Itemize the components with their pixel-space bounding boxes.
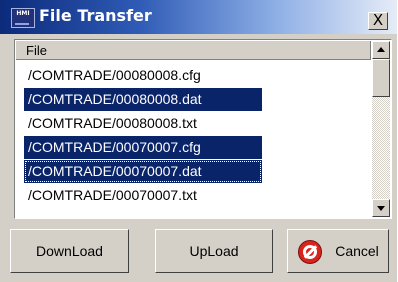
cancel-button[interactable]: Cancel: [287, 229, 389, 273]
list-item[interactable]: /COMTRADE/00080008.cfg: [24, 64, 262, 87]
list-item[interactable]: /COMTRADE/00070007.txt: [24, 184, 262, 207]
download-button[interactable]: DownLoad: [10, 229, 129, 273]
list-item[interactable]: /COMTRADE/00070007.dat: [24, 160, 262, 183]
hmi-app-icon: HMI: [11, 8, 35, 28]
list-item[interactable]: /COMTRADE/00070007.cfg: [24, 136, 262, 159]
file-transfer-window: HMI File Transfer X File /COMTRADE/00080…: [0, 0, 397, 282]
column-header-file[interactable]: File: [16, 41, 371, 60]
arrow-down-icon: [377, 206, 385, 211]
list-item[interactable]: /COMTRADE/00080008.txt: [24, 112, 262, 135]
close-icon: X: [372, 11, 384, 29]
cancel-icon: [298, 240, 322, 264]
upload-button[interactable]: UpLoad: [155, 229, 273, 273]
title-bar[interactable]: HMI File Transfer X: [0, 0, 397, 34]
vertical-scrollbar[interactable]: [372, 41, 390, 217]
cancel-label: Cancel: [335, 243, 379, 259]
arrow-up-icon: [377, 47, 385, 52]
scroll-thumb[interactable]: [372, 59, 390, 97]
close-button[interactable]: X: [368, 11, 388, 30]
scroll-down-button[interactable]: [372, 199, 390, 217]
file-list[interactable]: File /COMTRADE/00080008.cfg /COMTRADE/00…: [14, 39, 392, 219]
window-title: File Transfer: [39, 6, 152, 25]
scroll-up-button[interactable]: [372, 41, 390, 59]
list-item[interactable]: /COMTRADE/00080008.dat: [24, 88, 262, 111]
column-header-label: File: [26, 43, 47, 58]
